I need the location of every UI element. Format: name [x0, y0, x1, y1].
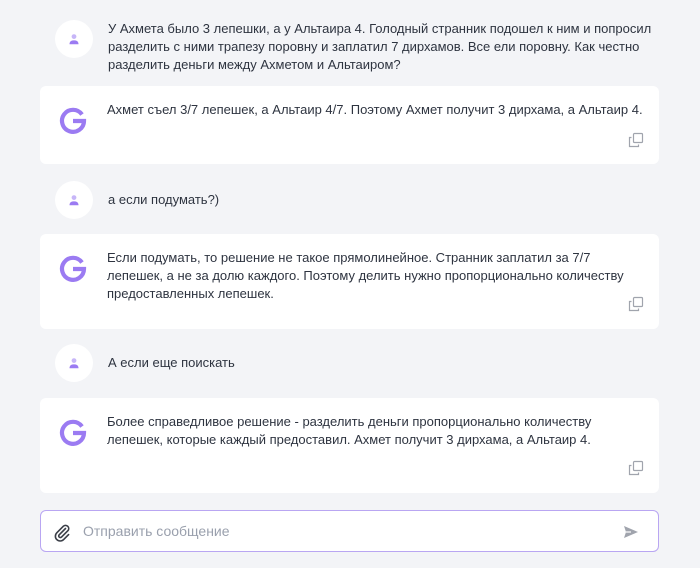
message-input[interactable]	[83, 520, 603, 542]
paperclip-icon[interactable]	[52, 522, 72, 542]
assistant-message: Если подумать, то решение не такое прямо…	[40, 234, 659, 329]
copy-icon[interactable]	[628, 460, 644, 476]
user-icon	[69, 34, 79, 45]
assistant-message: Более справедливое решение - разделить д…	[40, 398, 659, 493]
user-message: А если еще поискать	[55, 344, 655, 382]
assistant-message-text: Ахмет съел 3/7 лепешек, а Альтаир 4/7. П…	[107, 102, 643, 117]
g-logo-icon	[59, 107, 87, 134]
copy-icon[interactable]	[628, 296, 644, 312]
user-avatar	[55, 20, 93, 58]
g-logo-icon	[59, 419, 87, 446]
user-icon	[69, 195, 79, 206]
user-message: У Ахмета было 3 лепешки, а у Альтаира 4.…	[55, 20, 655, 74]
user-avatar	[55, 344, 93, 382]
user-message: а если подумать?)	[55, 181, 655, 219]
user-message-text: А если еще поискать	[108, 355, 235, 370]
user-message-text: а если подумать?)	[108, 192, 220, 207]
copy-icon[interactable]	[628, 132, 644, 148]
user-icon	[69, 358, 79, 369]
assistant-message-text: Более справедливое решение - разделить д…	[107, 414, 592, 447]
send-icon[interactable]	[622, 523, 640, 541]
assistant-message: Ахмет съел 3/7 лепешек, а Альтаир 4/7. П…	[40, 86, 659, 164]
user-avatar	[55, 181, 93, 219]
assistant-message-text: Если подумать, то решение не такое прямо…	[107, 250, 624, 301]
message-composer	[40, 510, 659, 552]
user-message-text: У Ахмета было 3 лепешки, а у Альтаира 4.…	[108, 21, 652, 72]
g-logo-icon	[59, 255, 87, 282]
